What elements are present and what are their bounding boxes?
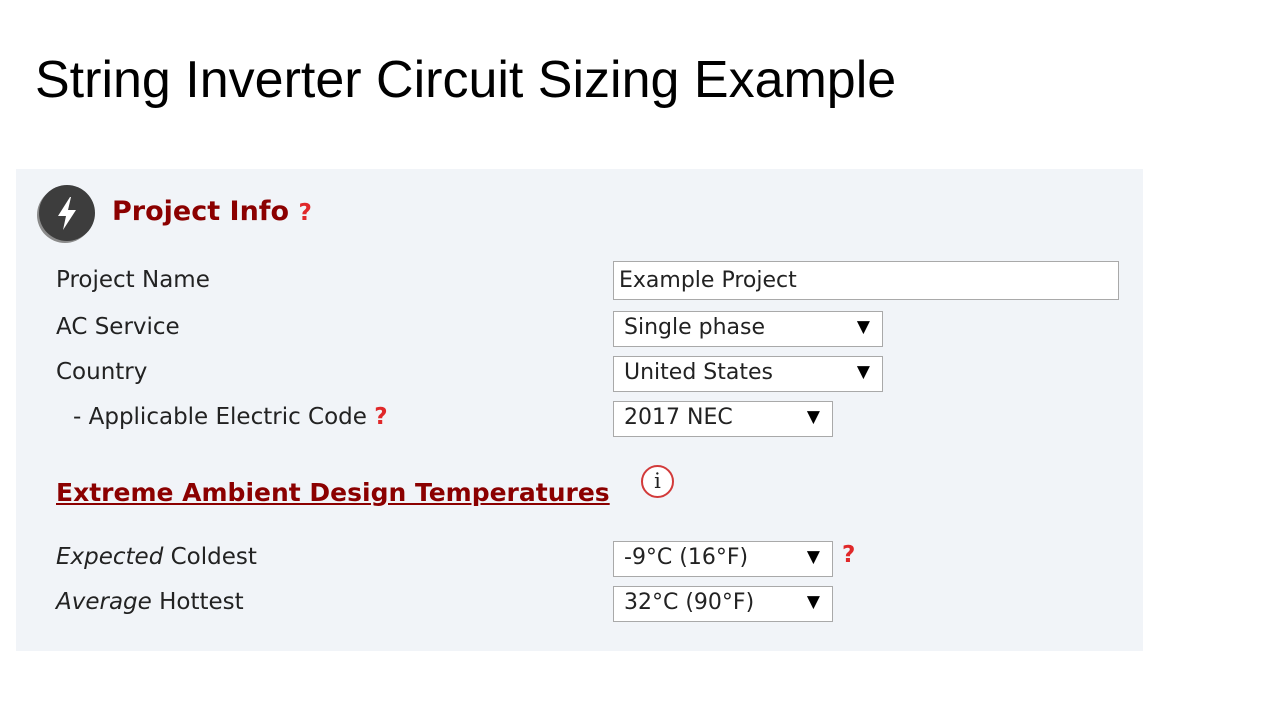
help-icon[interactable]: ?	[842, 542, 855, 568]
hottest-value: 32°C (90°F)	[624, 590, 755, 615]
ac-service-select[interactable]: Single phase ▼	[613, 311, 883, 347]
chevron-down-icon: ▼	[856, 362, 870, 382]
chevron-down-icon: ▼	[806, 592, 820, 612]
coldest-label-rest: Coldest	[163, 544, 257, 570]
temperatures-link[interactable]: Extreme Ambient Design Temperatures	[56, 478, 610, 507]
project-name-label: Project Name	[56, 267, 210, 293]
help-icon[interactable]: ?	[299, 200, 312, 226]
electric-code-value: 2017 NEC	[624, 405, 733, 430]
hottest-label-em: Average	[56, 589, 152, 615]
hottest-label-rest: Hottest	[151, 589, 244, 615]
electric-code-label: - Applicable Electric Code ?	[73, 404, 388, 430]
electric-code-label-text: - Applicable Electric Code	[73, 404, 367, 430]
chevron-down-icon: ▼	[806, 407, 820, 427]
coldest-value: -9°C (16°F)	[624, 545, 749, 570]
country-label: Country	[56, 359, 148, 385]
electric-code-select[interactable]: 2017 NEC ▼	[613, 401, 833, 437]
coldest-label: Expected Coldest	[56, 544, 257, 570]
info-icon[interactable]: i	[641, 465, 674, 498]
lightning-bolt-icon	[39, 185, 95, 241]
section-title-text: Project Info	[112, 196, 290, 227]
chevron-down-icon: ▼	[806, 547, 820, 567]
ac-service-label: AC Service	[56, 314, 180, 340]
help-icon[interactable]: ?	[374, 404, 387, 430]
country-value: United States	[624, 360, 773, 385]
project-name-input[interactable]	[613, 261, 1119, 300]
slide-title: String Inverter Circuit Sizing Example	[35, 51, 897, 109]
coldest-label-em: Expected	[56, 544, 164, 570]
coldest-select[interactable]: -9°C (16°F) ▼	[613, 541, 833, 577]
hottest-label: Average Hottest	[56, 589, 244, 615]
hottest-select[interactable]: 32°C (90°F) ▼	[613, 586, 833, 622]
ac-service-value: Single phase	[624, 315, 766, 340]
section-title: Project Info ?	[112, 196, 312, 227]
chevron-down-icon: ▼	[856, 317, 870, 337]
country-select[interactable]: United States ▼	[613, 356, 883, 392]
